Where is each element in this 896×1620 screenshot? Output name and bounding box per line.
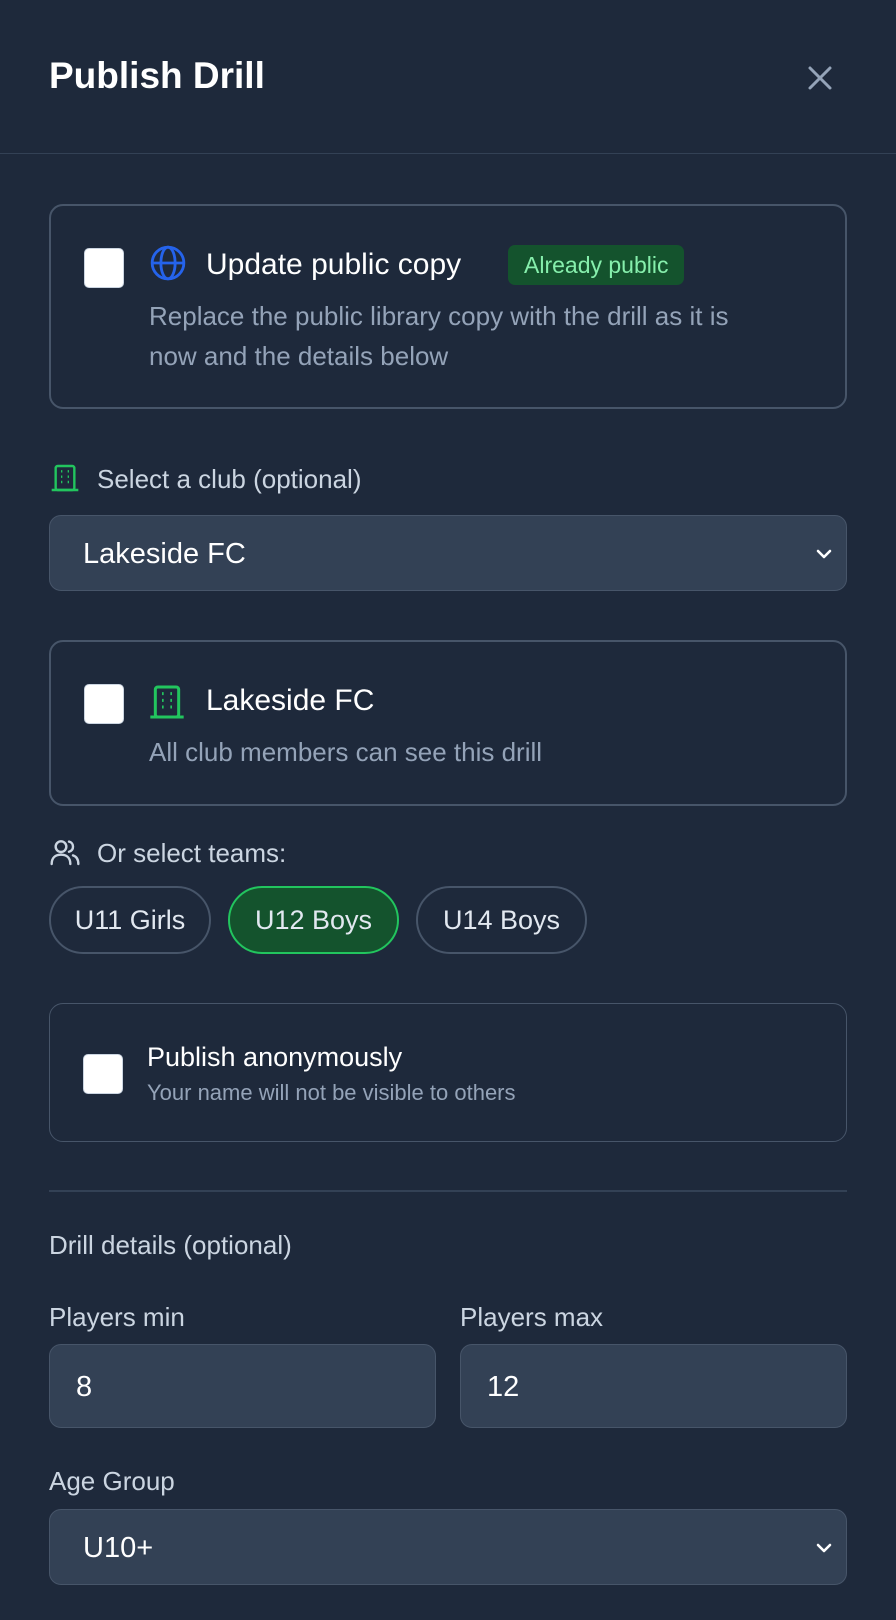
club-select[interactable]: Lakeside FC [49,515,847,591]
modal-header: Publish Drill [0,0,896,154]
public-copy-title: Update public copy [206,248,462,281]
team-chip-u14-boys[interactable]: U14 Boys [416,886,587,954]
anonymous-card[interactable]: Publish anonymously Your name will not b… [49,1003,847,1142]
drill-details-heading: Drill details (optional) [49,1230,292,1260]
age-group-select[interactable]: U10+ [49,1509,847,1585]
anonymous-checkbox[interactable] [83,1054,123,1094]
users-icon [50,840,80,866]
players-max-label: Players max [460,1302,604,1332]
building-icon [150,685,184,719]
club-card[interactable]: Lakeside FC All club members can see thi… [49,640,847,806]
public-copy-description-line2: now and the details below [149,341,449,371]
club-card-description: All club members can see this drill [149,737,543,767]
anonymous-description: Your name will not be visible to others [147,1080,516,1105]
close-icon [808,66,832,90]
chevron-down-icon [816,1543,832,1553]
players-min-label: Players min [49,1302,185,1332]
building-icon [51,464,79,492]
anonymous-title: Publish anonymously [147,1042,403,1072]
team-chip-u12-boys[interactable]: U12 Boys [228,886,399,954]
players-min-input[interactable]: 8 [49,1344,436,1428]
close-button[interactable] [800,58,840,98]
already-public-badge: Already public [508,245,685,285]
club-card-title: Lakeside FC [206,684,375,717]
globe-icon [150,245,186,281]
modal-title: Publish Drill [49,55,265,96]
chevron-down-icon [816,549,832,559]
age-group-value: U10+ [83,1532,154,1564]
players-max-input[interactable]: 12 [460,1344,847,1428]
public-copy-card[interactable]: Update public copy Already public Replac… [49,204,847,409]
public-copy-description-line1: Replace the public library copy with the… [149,301,729,331]
age-group-label: Age Group [49,1466,175,1496]
public-copy-checkbox[interactable] [84,248,124,288]
club-checkbox[interactable] [84,684,124,724]
club-select-value: Lakeside FC [83,538,246,570]
team-chip-u11-girls[interactable]: U11 Girls [49,886,211,954]
section-divider [49,1190,847,1192]
